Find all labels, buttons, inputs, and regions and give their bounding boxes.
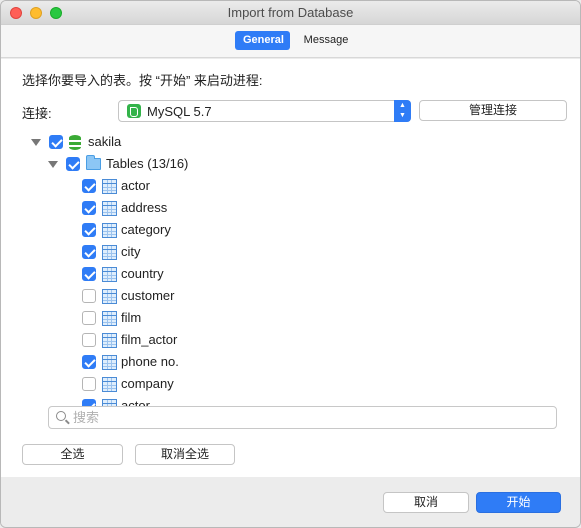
select-all-button[interactable]: 全选 [22, 444, 123, 465]
search-icon [56, 411, 66, 421]
database-checkbox[interactable] [49, 135, 63, 149]
tables-group-label: Tables (13/16) [106, 156, 189, 171]
instruction-text: 选择你要导入的表。按 “开始” 来启动进程: [22, 73, 263, 88]
tree-row-database[interactable]: sakila [31, 131, 121, 153]
table-row[interactable]: phone no. [82, 351, 179, 373]
table-icon [102, 244, 117, 260]
disclosure-triangle-icon[interactable] [31, 138, 41, 146]
table-checkbox[interactable] [82, 289, 96, 303]
mysql-connection-icon [127, 104, 141, 118]
deselect-all-button[interactable]: 取消全选 [135, 444, 235, 465]
table-checkbox[interactable] [82, 333, 96, 347]
connection-select[interactable]: MySQL 5.7 ▲ ▼ [118, 100, 411, 122]
table-name: address [121, 200, 168, 215]
table-icon [102, 354, 117, 370]
table-name: country [121, 266, 164, 281]
tab-message[interactable]: Message [295, 31, 357, 50]
table-checkbox[interactable] [82, 355, 96, 369]
table-row[interactable]: category [82, 219, 171, 241]
table-row[interactable]: film_actor [82, 329, 177, 351]
connection-value: MySQL 5.7 [147, 104, 212, 119]
table-checkbox[interactable] [82, 201, 96, 215]
table-icon [102, 376, 117, 392]
table-tree[interactable]: sakila Tables (13/16) actor address catego… [1, 131, 580, 413]
manage-connection-button[interactable]: 管理连接 [419, 100, 567, 121]
table-checkbox[interactable] [82, 179, 96, 193]
table-row[interactable]: city [82, 241, 141, 263]
table-icon [102, 222, 117, 238]
tab-bar: General Message [1, 25, 580, 58]
table-checkbox[interactable] [82, 377, 96, 391]
tree-row-tables-group[interactable]: Tables (13/16) [48, 153, 188, 175]
import-window: Import from Database General Message 选择你… [0, 0, 581, 528]
title-bar: Import from Database [1, 1, 580, 25]
database-name: sakila [88, 134, 122, 149]
table-checkbox[interactable] [82, 223, 96, 237]
select-stepper-icon: ▲ ▼ [394, 100, 411, 122]
folder-icon [86, 155, 101, 170]
footer-bar: 取消 开始 [1, 477, 580, 527]
search-input[interactable] [73, 409, 543, 426]
table-name: category [121, 222, 171, 237]
table-name: city [121, 244, 141, 259]
cancel-button[interactable]: 取消 [383, 492, 469, 513]
table-icon [102, 332, 117, 348]
table-name: phone no. [121, 354, 179, 369]
table-checkbox[interactable] [82, 311, 96, 325]
table-checkbox[interactable] [82, 267, 96, 281]
tables-group-checkbox[interactable] [66, 157, 80, 171]
table-row[interactable]: company [82, 373, 174, 395]
search-field[interactable] [48, 406, 557, 429]
table-name: customer [121, 288, 175, 303]
database-icon [69, 134, 81, 150]
table-icon [102, 200, 117, 216]
table-row[interactable]: country [82, 263, 164, 285]
table-name: film_actor [121, 332, 178, 347]
disclosure-triangle-icon[interactable] [48, 160, 58, 168]
table-name: film [121, 310, 142, 325]
table-row[interactable]: film [82, 307, 141, 329]
general-panel: 选择你要导入的表。按 “开始” 来启动进程: 连接: MySQL 5.7 ▲ ▼ … [1, 59, 580, 477]
table-row[interactable]: customer [82, 285, 174, 307]
table-icon [102, 178, 117, 194]
table-icon [102, 310, 117, 326]
table-icon [102, 288, 117, 304]
table-checkbox[interactable] [82, 245, 96, 259]
tab-general[interactable]: General [235, 31, 290, 50]
table-row[interactable]: address [82, 197, 167, 219]
start-button[interactable]: 开始 [476, 492, 561, 513]
window-title: Import from Database [227, 5, 354, 20]
connection-label: 连接: [22, 106, 52, 121]
table-row[interactable]: actor [82, 175, 150, 197]
table-icon [102, 266, 117, 282]
table-name: company [121, 376, 174, 391]
table-name: actor [121, 178, 150, 193]
